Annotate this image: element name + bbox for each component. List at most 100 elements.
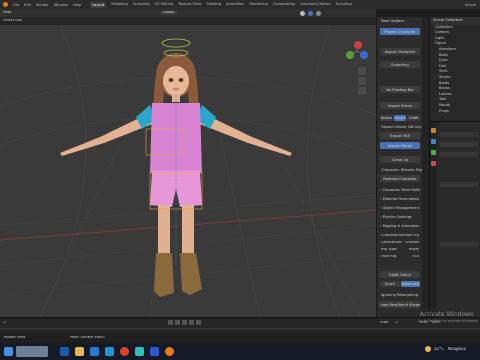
ignore-retargeting-checkbox[interactable]: Ignoring Retargeting [381,293,418,297]
status-middle: Pose Context Menu [70,336,105,339]
props-row [440,142,478,147]
rigify-setup-button[interactable]: Rigify Setup [380,271,420,278]
taskbar-thumbnail[interactable] [16,346,48,357]
info-row: Face Rig: FLB [381,255,419,262]
navigation-gizmo[interactable] [346,41,368,59]
export-fbx-button[interactable]: Export FBX [380,132,420,139]
blender-taskbar-icon[interactable] [165,347,174,356]
properties-tabs[interactable] [430,122,437,318]
timeline-ruler[interactable] [0,328,480,329]
workspace-tab[interactable]: Geometry Nodes [300,2,330,8]
3d-viewport[interactable] [0,25,376,317]
menu-item-edit[interactable]: Edit [24,3,31,7]
status-left: Rotate View [4,336,26,339]
menu-item-window[interactable]: Window [54,3,68,7]
workspace-tab[interactable]: Compositing [273,2,296,8]
current-frame[interactable]: 1 [3,321,5,325]
character-label: Character: Blender Rig [381,168,422,172]
panel-section-header[interactable]: › Character Build Settings [380,186,420,195]
sidebar-vertical-tabs[interactable] [422,17,429,317]
activate-windows-subtitle: Go to Settings to activate Windows. [418,319,479,323]
shading-solid-icon[interactable] [300,10,305,16]
import-character-button[interactable]: Import Character [380,48,420,55]
task-view-icon[interactable] [60,347,69,356]
shading-material-icon[interactable] [308,10,313,16]
data-props-icon[interactable] [431,150,436,155]
menu-item-file[interactable]: File [13,3,19,7]
play-icon[interactable] [182,320,187,325]
shading-rendered-icon[interactable] [316,10,321,16]
props-row [440,132,478,137]
edge-icon[interactable] [90,347,99,356]
workspace-tab[interactable]: UV Editing [155,2,174,8]
orientation-select[interactable]: Global [160,11,178,15]
workspace-tab[interactable]: Texture Paint [178,2,201,8]
menu-item-help[interactable]: Help [73,3,81,7]
modifier-props-icon[interactable] [431,139,436,144]
panel-section-header[interactable]: › Object Management [380,204,420,213]
advanced-button[interactable]: Advanced [400,281,420,287]
info-row: Generation: G9Male [381,241,419,248]
material-props-icon[interactable] [431,161,436,166]
info-value: G9Male [405,241,419,244]
chrome-icon[interactable] [120,347,129,356]
app-icon[interactable] [135,347,144,356]
info-key: Character: [381,234,400,237]
panel-sections: › Character Build Settings› Material Par… [380,186,420,231]
mode-select[interactable]: Pose [3,11,11,15]
workspace-tab[interactable]: Modeling [111,2,127,8]
character-figure[interactable] [60,38,292,297]
info-key: Rig Type: [381,248,398,251]
import-morph-button[interactable]: Import Morph [380,142,420,149]
workspace-tab[interactable]: Rendering [249,2,267,8]
character-info: Character: Blender Rig Generation: G9Male Ri… [381,234,419,262]
mode-tab[interactable]: Action [380,115,393,121]
scene-selector[interactable]: Scene [465,3,480,7]
menu-item-render[interactable]: Render [36,3,49,7]
step-forward-icon[interactable] [189,320,194,325]
jump-start-icon[interactable] [168,320,173,325]
info-value: FLB [412,255,419,258]
workspace-tab[interactable]: Animation [226,2,244,8]
windows-start-icon[interactable] [4,347,13,356]
workspace-tab[interactable]: Sculpting [133,2,150,8]
blender-logo-icon[interactable] [3,2,8,7]
windows-taskbar [0,343,480,360]
outliner-item[interactable]: Props [433,109,480,115]
step-back-icon[interactable] [175,320,180,325]
project-character-button[interactable]: Project Character [380,28,420,35]
panel-section-header[interactable]: › Material Parameters [380,195,420,204]
pose-options-label[interactable]: Pose Options [381,19,404,23]
panel-section-header[interactable]: › Rigging & Animation [380,222,420,231]
start-frame[interactable]: 1 [395,321,397,325]
store-icon[interactable] [105,347,114,356]
import-scene-button[interactable]: Import Scene [380,102,420,109]
viewport-canvas[interactable] [0,25,376,317]
status-bar: Rotate View Pose Context Menu [0,333,480,343]
mode-tab[interactable]: Shape [393,115,407,121]
app-icon[interactable] [150,347,159,356]
no-floating-bar-button[interactable]: No Floating Bar [380,86,420,93]
mode-tab[interactable]: Cloth [407,115,421,121]
start-label: Start [380,321,389,324]
clean-up-button[interactable]: Clean Up [380,156,420,163]
viewport-nav-buttons[interactable] [358,67,366,95]
panel-section-header[interactable]: › Physics Settings [380,213,420,222]
workspace-tab[interactable]: Layout [90,1,107,8]
activate-windows-title: Activate Windows [420,311,474,318]
workspace-tab[interactable]: Shading [206,2,221,8]
props-row [440,152,478,157]
playback-controls [168,320,201,325]
file-explorer-icon[interactable] [75,347,84,356]
mode-tabs: Action Shape Cloth [380,115,421,121]
info-value: Blender Rig [399,234,419,237]
object-props-icon[interactable] [431,128,436,133]
exporting-button[interactable]: Exporting [380,61,420,68]
info-key: Face Rig: [381,255,398,258]
select-box-tool[interactable]: Select Box [3,19,22,23]
workspace-tab[interactable]: Scripting [336,2,352,8]
load-bone-shape-button[interactable]: Load Rest/Bend Shape [380,301,420,308]
jump-end-icon[interactable] [196,320,201,325]
remove-character-button[interactable]: Remove Character [380,175,420,182]
quick-button[interactable]: Quick [380,281,400,287]
